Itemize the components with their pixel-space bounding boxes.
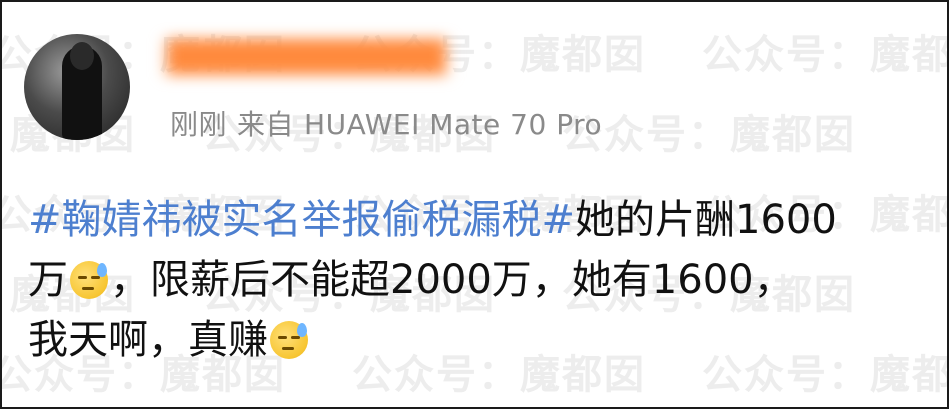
post-text: 我天啊，真赚: [28, 317, 268, 363]
weibo-post-card: 公众号：魔都囡 公众号：魔都囡 公众号：魔都囡 公众号：魔都囡 公众号：魔都囡 …: [0, 0, 949, 409]
username-blurred[interactable]: ████████████: [162, 38, 451, 77]
post-body: #鞠婧祎被实名举报偷税漏税#她的片酬1600 万 ，限薪后不能超2000万，她有1…: [28, 190, 928, 370]
post-source-prefix: 来自: [237, 108, 295, 141]
post-time: 刚刚: [170, 108, 228, 141]
post-meta: 刚刚 来自 HUAWEI Mate 70 Pro: [170, 103, 612, 143]
watermark-text: 公众号：魔都囡: [702, 32, 947, 78]
post-line-1: #鞠婧祎被实名举报偷税漏税#她的片酬1600: [28, 190, 928, 250]
sweat-smile-emoji: [70, 261, 108, 299]
post-text: 她的片酬1600: [575, 197, 837, 243]
post-line-3: 我天啊，真赚: [28, 310, 928, 370]
post-line-2: 万 ，限薪后不能超2000万，她有1600，: [28, 250, 928, 310]
sweat-smile-emoji: [270, 321, 308, 359]
hashtag-link[interactable]: #鞠婧祎被实名举报偷税漏税#: [28, 197, 575, 243]
user-avatar[interactable]: [24, 34, 130, 140]
avatar-head: [70, 42, 94, 70]
post-text: 万: [28, 257, 68, 303]
post-text: ，限薪后不能超2000万，她有1600，: [110, 257, 794, 303]
post-device[interactable]: HUAWEI Mate 70 Pro: [304, 108, 602, 141]
